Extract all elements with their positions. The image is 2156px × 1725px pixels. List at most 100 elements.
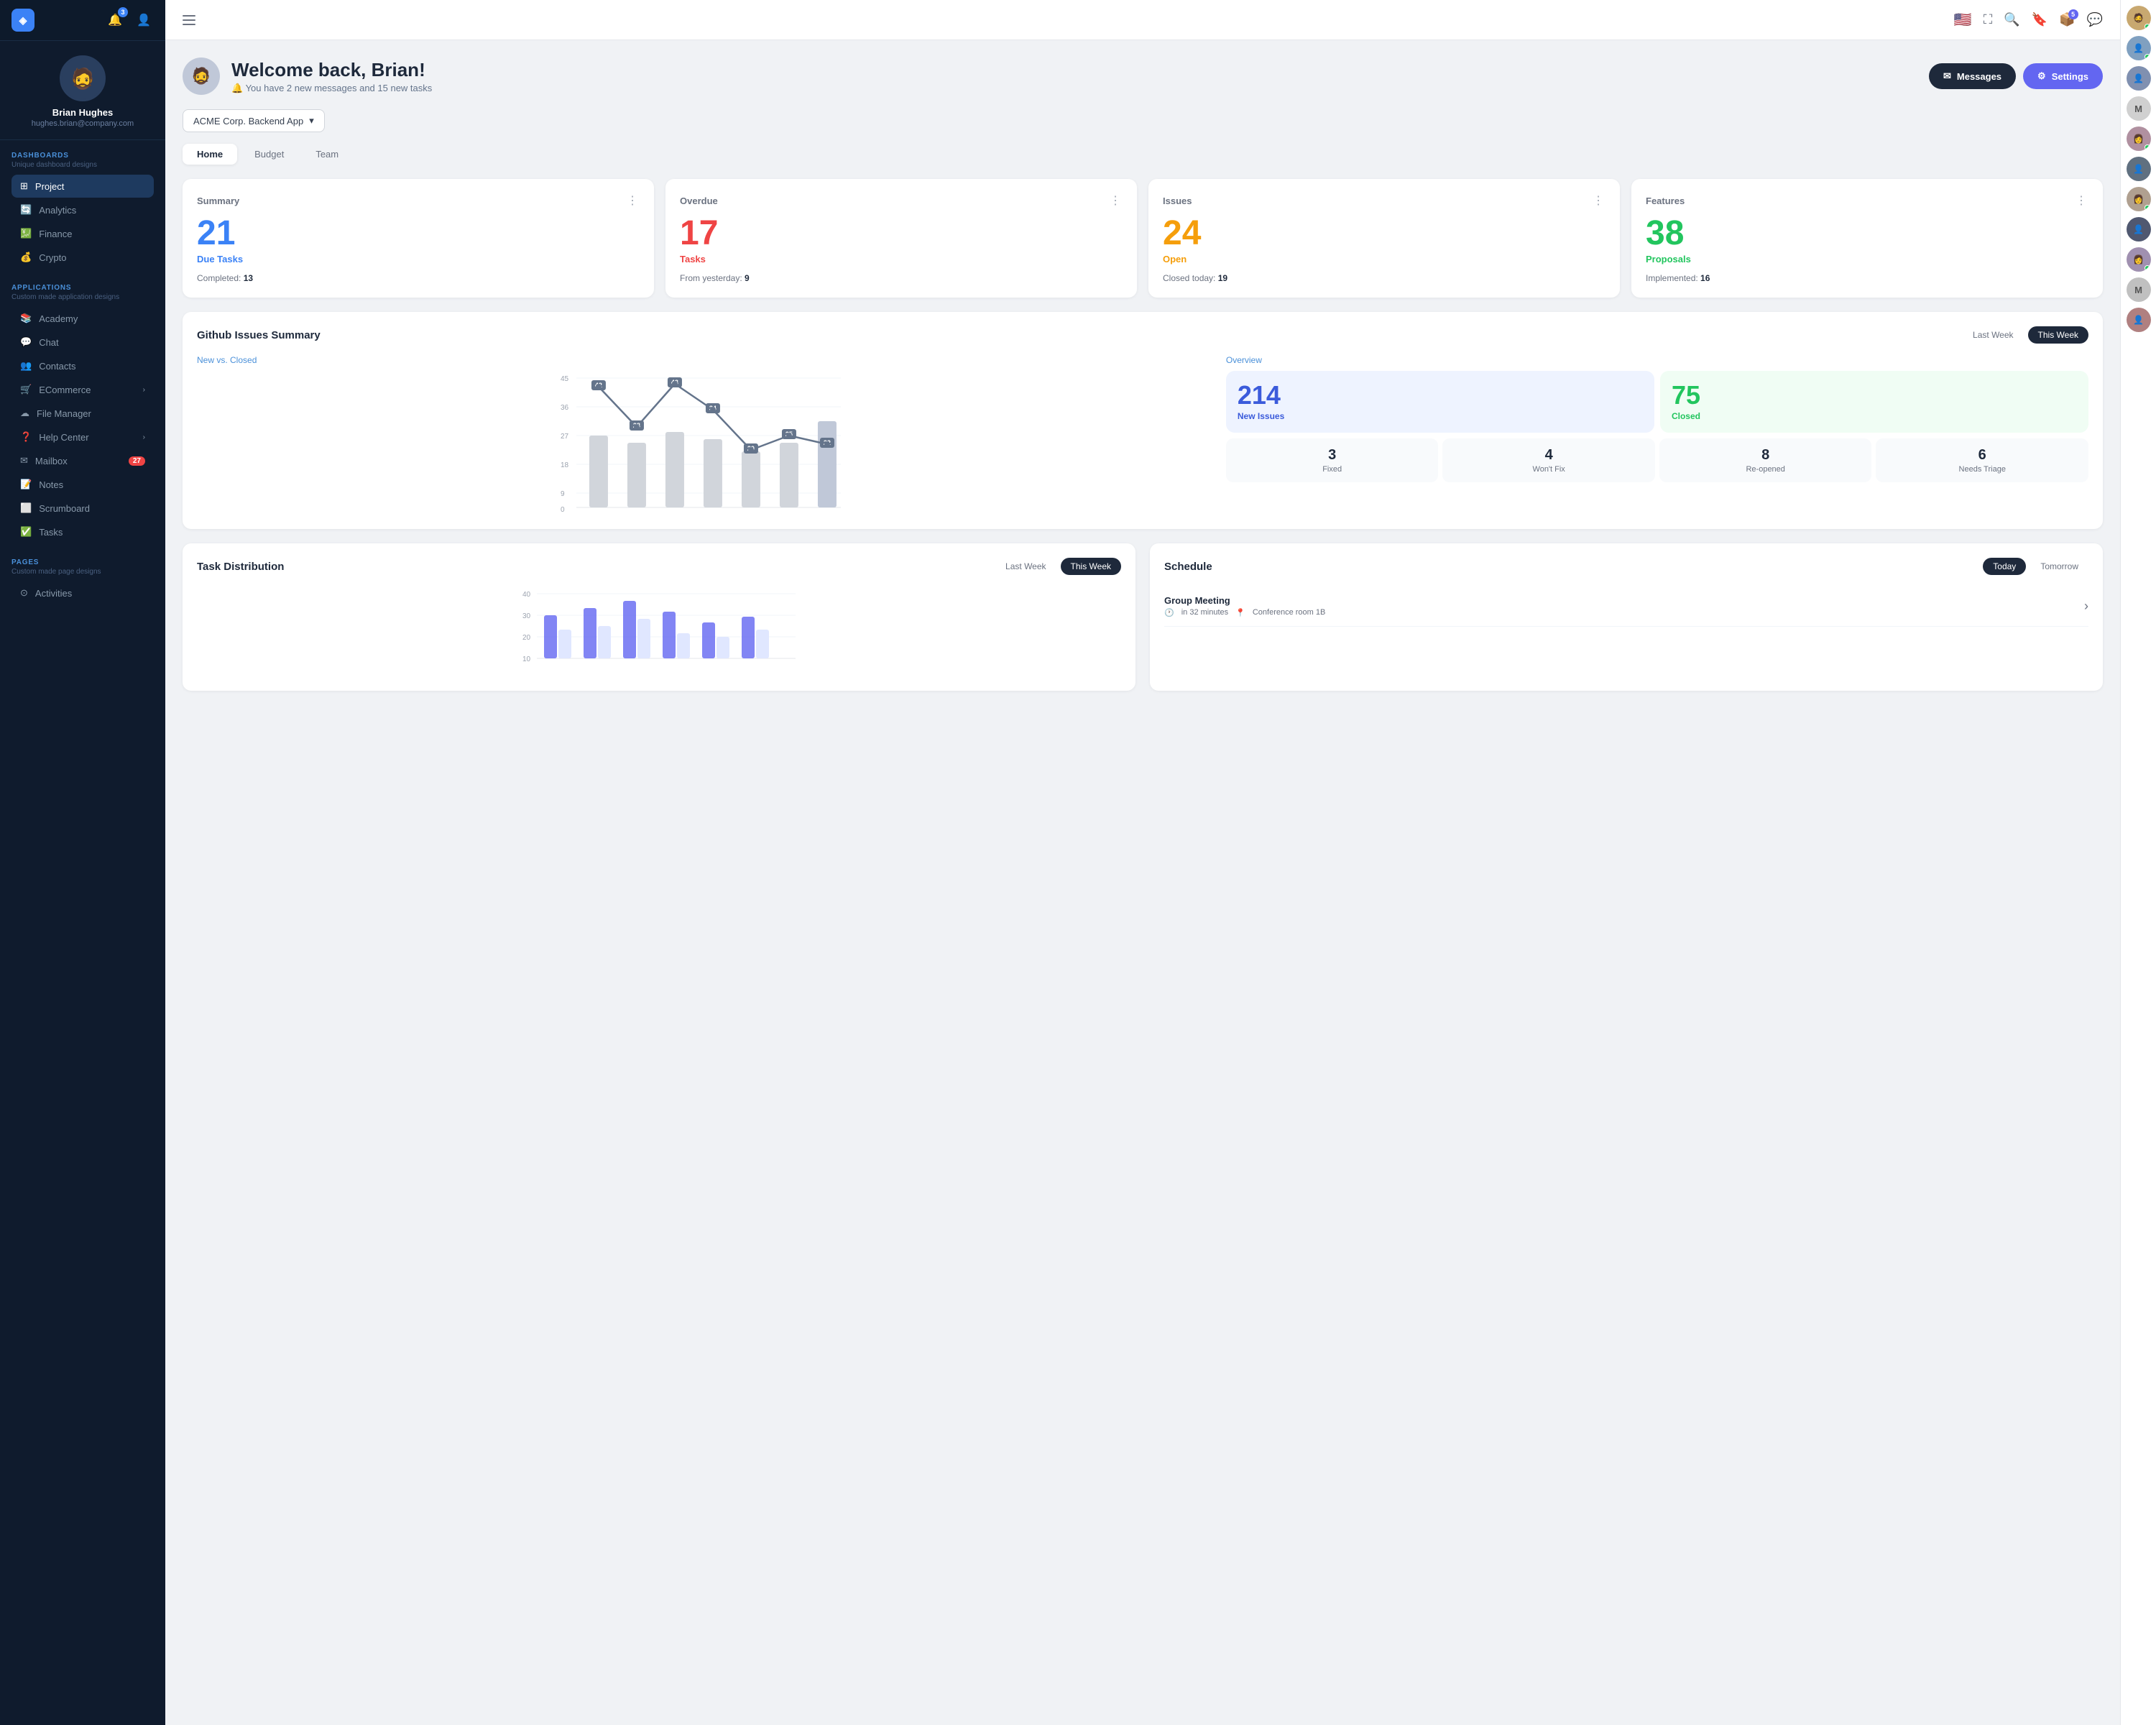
svg-text:45: 45 <box>561 375 569 383</box>
right-avatar-5[interactable]: 👩 <box>2127 126 2151 151</box>
topbar-right: 🇺🇸 ⛶ 🔍 🔖 📦 5 💬 <box>1954 11 2103 29</box>
today-btn[interactable]: Today <box>1983 558 2026 575</box>
settings-button[interactable]: ⚙ Settings <box>2023 63 2103 89</box>
sidebar-item-label: Academy <box>39 313 78 324</box>
sidebar-item-crypto[interactable]: 💰 Crypto <box>11 246 154 269</box>
sidebar-item-academy[interactable]: 📚 Academy <box>11 307 154 330</box>
bookmark-icon[interactable]: 🔖 <box>2032 12 2047 27</box>
new-issues-number: 214 <box>1238 382 1643 408</box>
sidebar-item-activities[interactable]: ⊙ Activities <box>11 581 154 604</box>
sidebar-item-analytics[interactable]: 🔄 Analytics <box>11 198 154 221</box>
wont-fix-stat: 4 Won't Fix <box>1442 438 1655 482</box>
schedule-item: Group Meeting 🕐 in 32 minutes 📍 Conferen… <box>1164 586 2088 627</box>
tomorrow-btn[interactable]: Tomorrow <box>2030 558 2088 575</box>
right-avatar-1[interactable]: 🧔 <box>2127 6 2151 30</box>
overdue-number: 17 <box>680 216 1123 251</box>
right-user-bar: 🧔 👤 👤 M 👩 👤 👩 👤 👩 M 👤 <box>2120 0 2156 1725</box>
header-subtitle: 🔔 You have 2 new messages and 15 new tas… <box>231 83 432 94</box>
schedule-item-title: Group Meeting <box>1164 595 1325 606</box>
line-chart-svg: 45 36 27 18 9 0 <box>197 371 1212 515</box>
task-distribution-title: Task Distribution <box>197 561 284 573</box>
sidebar-item-label: Notes <box>39 479 63 490</box>
hamburger-menu[interactable] <box>183 15 195 25</box>
sidebar-item-filemanager[interactable]: ☁ File Manager <box>11 402 154 425</box>
pages-section: PAGES Custom made page designs ⊙ Activit… <box>0 547 165 608</box>
scrum-icon: ⬜ <box>20 502 32 514</box>
card-header: Summary ⋮ <box>197 193 640 208</box>
chart-icon: 🔄 <box>20 204 32 216</box>
triage-label: Needs Triage <box>1880 465 2084 474</box>
svg-text:30: 30 <box>522 612 531 620</box>
right-avatar-4[interactable]: M <box>2127 96 2151 121</box>
schedule-item-meta: 🕐 in 32 minutes 📍 Conference room 1B <box>1164 608 1325 617</box>
search-icon[interactable]: 🔍 <box>2004 12 2019 27</box>
messages-button[interactable]: ✉ Messages <box>1929 63 2016 89</box>
avatar-face: 👩 <box>2133 194 2144 204</box>
sidebar-item-label: Tasks <box>39 527 63 538</box>
card-menu-icon[interactable]: ⋮ <box>2076 193 2088 208</box>
right-avatar-9[interactable]: 👩 <box>2127 247 2151 272</box>
sidebar-item-ecommerce[interactable]: 🛒 ECommerce › <box>11 378 154 401</box>
card-menu-icon[interactable]: ⋮ <box>627 193 640 208</box>
right-avatar-11[interactable]: 👤 <box>2127 308 2151 332</box>
due-tasks-number: 21 <box>197 216 640 251</box>
gear-icon: ⚙ <box>2037 70 2046 82</box>
overview-bottom: 3 Fixed 4 Won't Fix 8 Re-opened 6 <box>1226 438 2088 482</box>
hamburger-line <box>183 15 195 17</box>
chart-area: New vs. Closed 45 36 27 18 9 0 <box>197 355 1212 515</box>
online-indicator <box>2145 205 2150 211</box>
messages-topbar-icon[interactable]: 💬 <box>2087 12 2103 27</box>
card-menu-icon[interactable]: ⋮ <box>1110 193 1123 208</box>
new-issues-card: 214 New Issues <box>1226 371 1654 433</box>
right-avatar-10[interactable]: M <box>2127 277 2151 302</box>
sidebar-item-project[interactable]: ⊞ Project <box>11 175 154 198</box>
sidebar-item-tasks[interactable]: ✅ Tasks <box>11 520 154 543</box>
app-logo[interactable]: ◈ <box>11 9 34 32</box>
sidebar-item-helpcenter[interactable]: ❓ Help Center › <box>11 426 154 448</box>
last-week-btn[interactable]: Last Week <box>1963 326 2023 344</box>
svg-text:36: 36 <box>561 404 569 412</box>
chevron-right-icon[interactable]: › <box>2084 599 2088 614</box>
avatar-face: 👤 <box>2133 164 2144 174</box>
grid-icon: ⊞ <box>20 180 28 192</box>
flag-icon[interactable]: 🇺🇸 <box>1954 11 1972 29</box>
sidebar-item-label: Analytics <box>39 205 76 216</box>
sidebar-item-scrumboard[interactable]: ⬜ Scrumboard <box>11 497 154 520</box>
card-menu-icon[interactable]: ⋮ <box>1593 193 1606 208</box>
notification-button[interactable]: 🔔 3 <box>105 10 125 30</box>
overdue-card: Overdue ⋮ 17 Tasks From yesterday: 9 <box>665 179 1137 298</box>
mailbox-badge: 27 <box>129 456 145 466</box>
expand-icon[interactable]: ⛶ <box>1984 12 1993 27</box>
task-last-week-btn[interactable]: Last Week <box>995 558 1056 575</box>
user-profile-icon[interactable]: 👤 <box>134 10 154 30</box>
help-icon: ❓ <box>20 431 32 443</box>
card-title: Issues <box>1163 196 1192 206</box>
tab-team[interactable]: Team <box>301 144 353 165</box>
right-avatar-8[interactable]: 👤 <box>2127 217 2151 242</box>
sidebar-item-finance[interactable]: 💹 Finance <box>11 222 154 245</box>
new-issues-label: New Issues <box>1238 411 1643 421</box>
sidebar-item-label: Project <box>35 181 64 192</box>
closed-issues-card: 75 Closed <box>1660 371 2088 433</box>
tab-home[interactable]: Home <box>183 144 237 165</box>
cart-badge-wrapper[interactable]: 📦 5 <box>2059 12 2075 27</box>
sidebar-item-contacts[interactable]: 👥 Contacts <box>11 354 154 377</box>
right-avatar-2[interactable]: 👤 <box>2127 36 2151 60</box>
sidebar-item-notes[interactable]: 📝 Notes <box>11 473 154 496</box>
this-week-btn[interactable]: This Week <box>2028 326 2088 344</box>
schedule-title: Schedule <box>1164 561 1212 573</box>
right-avatar-7[interactable]: 👩 <box>2127 187 2151 211</box>
task-this-week-btn[interactable]: This Week <box>1061 558 1121 575</box>
envelope-icon: ✉ <box>1943 70 1951 82</box>
mail-icon: ✉ <box>20 455 28 466</box>
svg-text:9: 9 <box>561 490 565 498</box>
right-avatar-3[interactable]: 👤 <box>2127 66 2151 91</box>
tab-budget[interactable]: Budget <box>240 144 298 165</box>
right-avatar-6[interactable]: 👤 <box>2127 157 2151 181</box>
applications-title: APPLICATIONS <box>11 284 154 292</box>
app-selector[interactable]: ACME Corp. Backend App ▾ <box>183 109 325 132</box>
applications-subtitle: Custom made application designs <box>11 293 154 301</box>
sidebar-item-chat[interactable]: 💬 Chat <box>11 331 154 354</box>
header-buttons: ✉ Messages ⚙ Settings <box>1929 63 2103 89</box>
sidebar-item-mailbox[interactable]: ✉ Mailbox 27 <box>11 449 154 472</box>
